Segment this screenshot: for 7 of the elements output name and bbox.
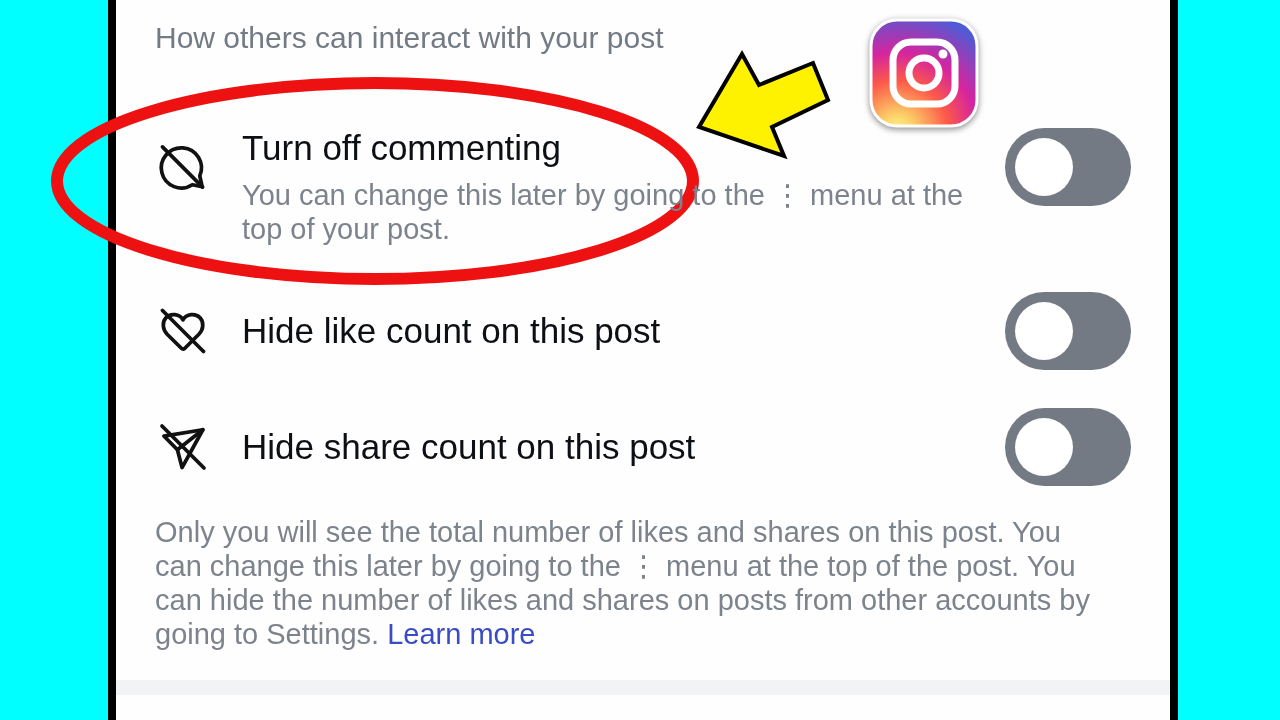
- learn-more-link[interactable]: Learn more: [387, 618, 536, 650]
- setting-title: Turn off commenting: [242, 128, 562, 168]
- setting-title: Hide like count on this post: [242, 311, 661, 351]
- footer-note: Only you will see the total number of likes and shares on this post. You can change this later by going to the ⋮ menu at the top of the post. You can hide the number of likes and shares on posts from other accounts by going to Settings. Learn more: [155, 515, 1091, 651]
- section-header: How others can interact with your post: [155, 20, 664, 56]
- camera-logo-icon: [869, 18, 979, 128]
- setting-title: Hide share count on this post: [242, 427, 696, 467]
